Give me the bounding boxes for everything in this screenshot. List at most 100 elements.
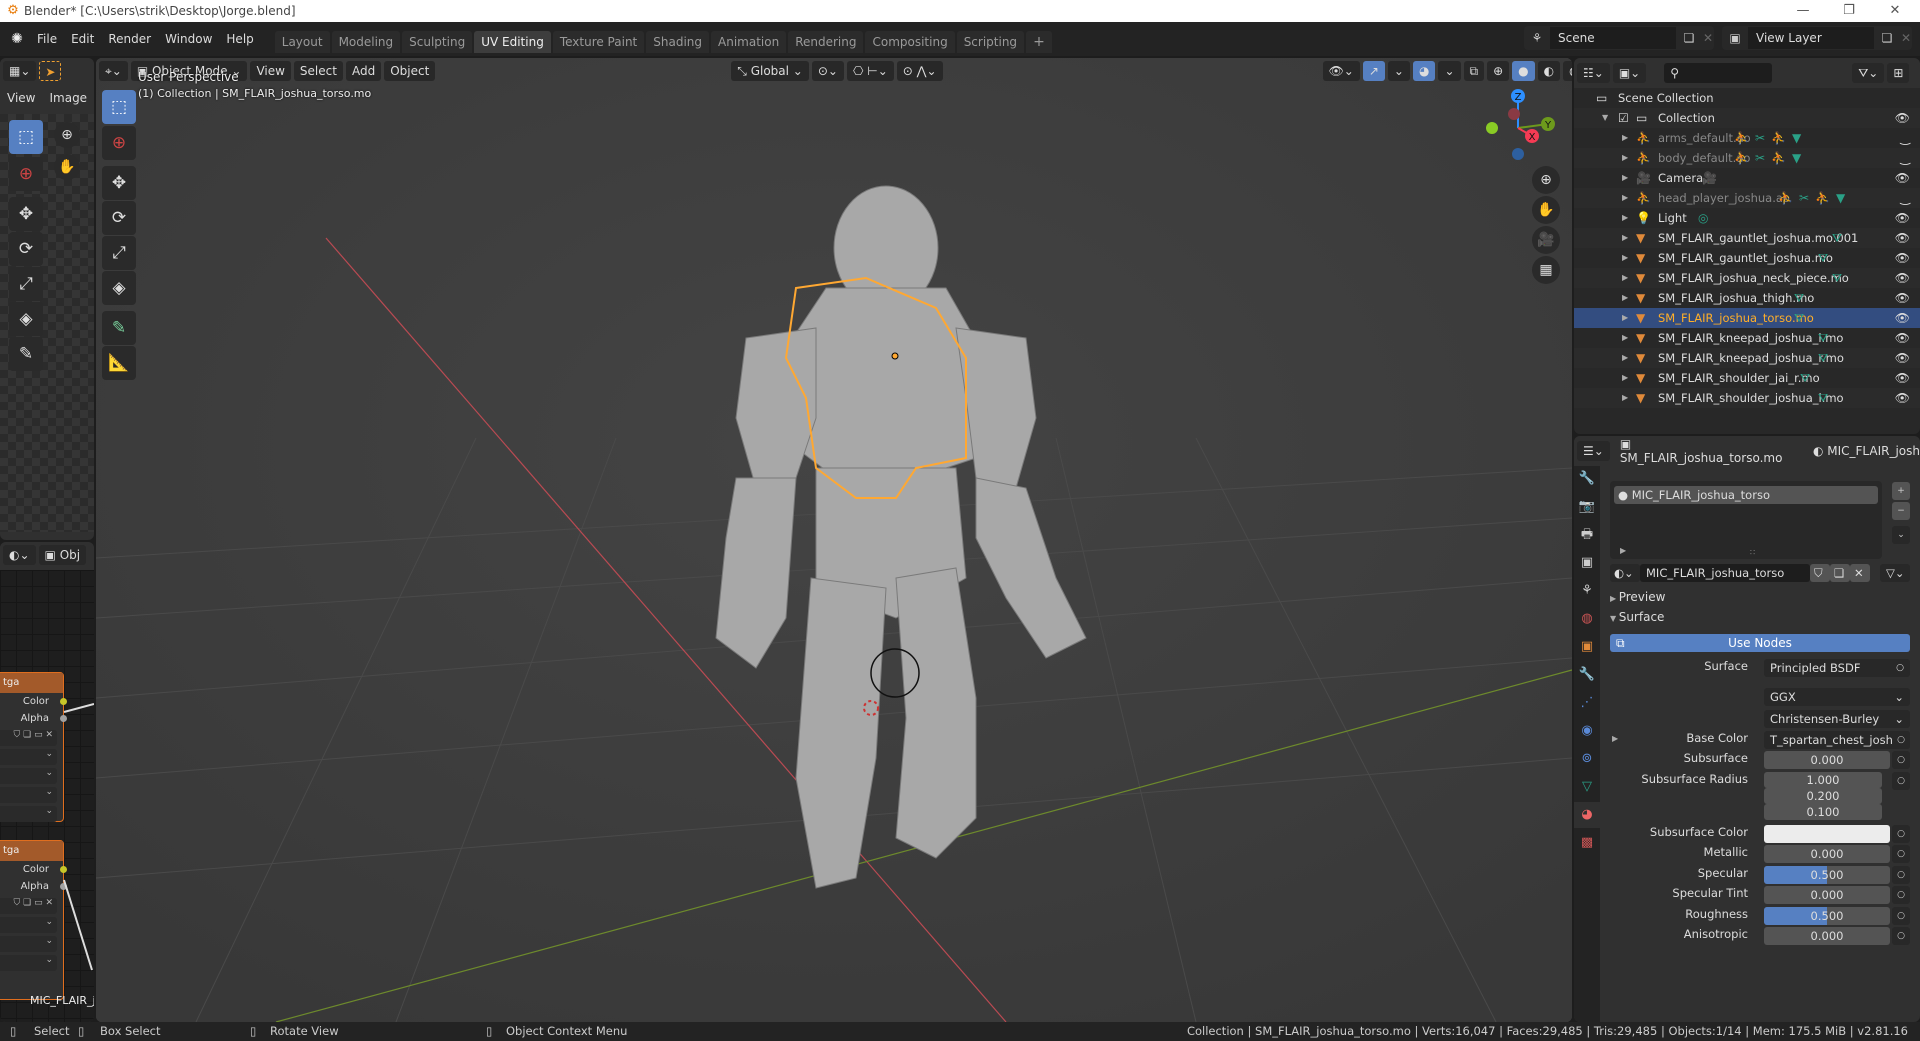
use-nodes-button[interactable]: ⧉ Use Nodes bbox=[1610, 634, 1910, 652]
outliner-item[interactable]: ▶ ⛹ body_default.ao ⛹✂⛹▼ ‿ bbox=[1574, 148, 1920, 168]
transform-orientation-dropdown[interactable]: ⤡ Global ⌄ bbox=[731, 61, 809, 81]
expand-arrow-icon[interactable]: ▶ bbox=[1622, 348, 1628, 368]
unlink-material-icon[interactable]: ✕ bbox=[1850, 564, 1870, 582]
checkbox-icon[interactable]: ☑ bbox=[1618, 108, 1629, 128]
snap-toggle[interactable]: ⎔ ⊢⌄ bbox=[846, 61, 894, 81]
anisotropic-slider[interactable]: 0.000 bbox=[1764, 927, 1890, 945]
uv-canvas[interactable]: ⬚ ⊕ ✥ ⟳ ⤢ ◈ ✎ ⊕ ✋ bbox=[0, 114, 94, 532]
mesh-data-icon[interactable]: ⛛ bbox=[1832, 228, 1848, 248]
select-box-tool[interactable]: ⬚ bbox=[102, 90, 136, 124]
expand-arrow-icon[interactable]: ▶ bbox=[1622, 148, 1628, 168]
gizmo-dropdown[interactable]: ⌄ bbox=[1387, 61, 1410, 81]
mesh-data-icon[interactable]: ⛛ bbox=[1832, 268, 1848, 288]
add-workspace-button[interactable]: + bbox=[1026, 31, 1052, 53]
rendered-shading-button[interactable]: ◍ bbox=[1563, 61, 1572, 81]
expand-arrow-icon[interactable]: ▶ bbox=[1622, 388, 1628, 408]
editor-type-button[interactable]: ☷⌄ bbox=[1577, 63, 1610, 83]
camera-view-icon[interactable]: 🎥 bbox=[1532, 226, 1560, 254]
material-slot-list[interactable]: ● MIC_FLAIR_joshua_torso ▶ ∷ bbox=[1610, 481, 1882, 559]
outliner-item[interactable]: ▶ ▼ SM_FLAIR_gauntlet_joshua.mo.001 ⛛ 👁 bbox=[1574, 228, 1920, 248]
menu-file[interactable]: File bbox=[30, 28, 64, 50]
outliner-item[interactable]: ▶ 🎥 Camera 🎥 👁 bbox=[1574, 168, 1920, 188]
select-box-tool[interactable]: ⬚ bbox=[9, 120, 43, 154]
blender-menu-icon[interactable]: ✺ bbox=[4, 31, 30, 47]
delete-scene-icon[interactable]: ✕ bbox=[1702, 31, 1714, 45]
editor-type-button[interactable]: ⌖⌄ bbox=[99, 61, 128, 81]
material-shading-button[interactable]: ◐ bbox=[1537, 61, 1561, 81]
viewport-menu-view[interactable]: View bbox=[250, 61, 291, 81]
editor-type-button[interactable]: ▦⌄ bbox=[3, 61, 37, 81]
proportional-editing-toggle[interactable]: ⊙ ⋀⌄ bbox=[896, 61, 943, 81]
mesh-data-icon[interactable]: ⛛ bbox=[1800, 368, 1816, 388]
navigation-gizmo[interactable]: Z Y X bbox=[1476, 84, 1556, 164]
mesh-data-icon[interactable]: ⛛ bbox=[1818, 388, 1834, 408]
socket-link-button[interactable]: ○ bbox=[1892, 886, 1910, 904]
mesh-data-icon[interactable]: ⛛ bbox=[1794, 308, 1810, 328]
socket-link-button[interactable]: ○ bbox=[1892, 907, 1910, 925]
browse-material-button[interactable]: ◐⌄ bbox=[1610, 564, 1640, 582]
fake-user-icon[interactable]: ⛉ bbox=[1810, 564, 1830, 582]
scale-tool[interactable]: ⤢ bbox=[9, 267, 43, 301]
pan-view-hand-icon[interactable]: ✋ bbox=[1532, 196, 1560, 224]
expand-arrow-icon[interactable]: ▶ bbox=[1622, 248, 1628, 268]
outliner-scene-collection[interactable]: ▭ Scene Collection bbox=[1574, 88, 1920, 108]
visibility-eye-icon[interactable]: 👁 bbox=[1895, 228, 1910, 248]
workspace-tab-scripting[interactable]: Scripting bbox=[956, 31, 1025, 53]
expand-arrow-icon[interactable]: ▶ bbox=[1622, 128, 1628, 148]
cursor-tool[interactable]: ⊕ bbox=[9, 157, 43, 191]
socket-link-button[interactable]: ○ bbox=[1892, 825, 1910, 843]
menu-help[interactable]: Help bbox=[219, 28, 260, 50]
minimize-button[interactable]: — bbox=[1780, 0, 1826, 22]
light-data-icon[interactable]: ◎ bbox=[1698, 208, 1714, 228]
workspace-tab-sculpting[interactable]: Sculpting bbox=[402, 31, 473, 53]
hidden-eye-icon[interactable]: ‿ bbox=[1900, 188, 1910, 208]
socket-link-button[interactable]: ○ bbox=[1892, 845, 1910, 863]
tab-output[interactable]: 🖶 bbox=[1574, 522, 1600, 548]
rotate-tool[interactable]: ⟳ bbox=[102, 201, 136, 235]
transform-tool[interactable]: ◈ bbox=[102, 271, 136, 305]
expand-arrow-icon[interactable]: ▶ bbox=[1612, 734, 1618, 743]
hidden-eye-icon[interactable]: ‿ bbox=[1900, 128, 1910, 148]
mesh-data-icon[interactable]: ⛛ bbox=[1818, 248, 1834, 268]
display-mode-dropdown[interactable]: ▣⌄ bbox=[1612, 63, 1647, 83]
menu-edit[interactable]: Edit bbox=[64, 28, 101, 50]
specular-tint-slider[interactable]: 0.000 bbox=[1764, 886, 1890, 904]
rotate-tool[interactable]: ⟳ bbox=[9, 232, 43, 266]
visibility-eye-icon[interactable]: 👁 bbox=[1895, 108, 1910, 128]
outliner-item[interactable]: ▶ ▼ SM_FLAIR_shoulder_joshua_l.mo ⛛ 👁 bbox=[1574, 388, 1920, 408]
mesh-data-icon[interactable]: ⛛ bbox=[1794, 288, 1810, 308]
tab-object[interactable]: ▣ bbox=[1574, 634, 1600, 660]
tab-particles[interactable]: ⋰ bbox=[1574, 690, 1600, 716]
visibility-eye-icon[interactable]: 👁 bbox=[1895, 348, 1910, 368]
subsurface-radius-component[interactable]: 1.000 bbox=[1764, 772, 1882, 788]
base-color-texture-field[interactable]: T_spartan_chest_joshu..○ bbox=[1764, 731, 1910, 749]
workspace-tab-uv-editing[interactable]: UV Editing bbox=[474, 31, 551, 53]
specular-slider[interactable]: 0.500 bbox=[1764, 866, 1890, 884]
expand-arrow-icon[interactable]: ▶ bbox=[1622, 288, 1628, 308]
expand-arrow-icon[interactable]: ▶ bbox=[1622, 328, 1628, 348]
object-shader-type-dropdown[interactable]: ▣ Obj bbox=[38, 545, 87, 565]
armature-modifiers-icon[interactable]: ⛹✂⛹▼ bbox=[1778, 188, 1851, 208]
visibility-eye-icon[interactable]: 👁 bbox=[1895, 248, 1910, 268]
duplicate-material-icon[interactable]: ❏ bbox=[1830, 564, 1850, 582]
camera-data-icon[interactable]: 🎥 bbox=[1702, 168, 1723, 188]
visibility-eye-icon[interactable]: 👁 bbox=[1895, 308, 1910, 328]
subsurface-radius-component[interactable]: 0.100 bbox=[1764, 804, 1882, 820]
scene-selector[interactable]: ⚘ Scene ❏ ✕ bbox=[1524, 26, 1714, 50]
maximize-button[interactable]: ❐ bbox=[1826, 0, 1872, 22]
zoom-icon[interactable]: ⊕ bbox=[54, 122, 80, 148]
material-name-field[interactable]: MIC_FLAIR_joshua_torso bbox=[1640, 564, 1810, 582]
overlays-toggle[interactable]: ◕ bbox=[1412, 61, 1436, 81]
expand-arrow-icon[interactable]: ▶ bbox=[1622, 208, 1628, 228]
expand-arrow-icon[interactable]: ▶ bbox=[1622, 368, 1628, 388]
uv-menu-view[interactable]: View bbox=[0, 87, 42, 109]
visibility-eye-icon[interactable]: 👁 bbox=[1895, 208, 1910, 228]
armature-modifiers-icon[interactable]: ⛹✂⛹▼ bbox=[1734, 148, 1807, 168]
scale-tool[interactable]: ⤢ bbox=[102, 236, 136, 270]
node-canvas[interactable]: tga Color Alpha ⛉ ❏ ▭ ✕ ⌄ ⌄ ⌄ ⌄ tga Colo… bbox=[0, 570, 94, 1022]
preview-panel-header[interactable]: ▶ Preview bbox=[1610, 590, 1665, 604]
measure-tool[interactable]: 📐 bbox=[102, 346, 136, 380]
visibility-eye-icon[interactable]: 👁 bbox=[1895, 388, 1910, 408]
outliner-collection[interactable]: ▼ ☑ ▭ Collection 👁 bbox=[1574, 108, 1920, 128]
pan-hand-icon[interactable]: ✋ bbox=[54, 154, 80, 180]
